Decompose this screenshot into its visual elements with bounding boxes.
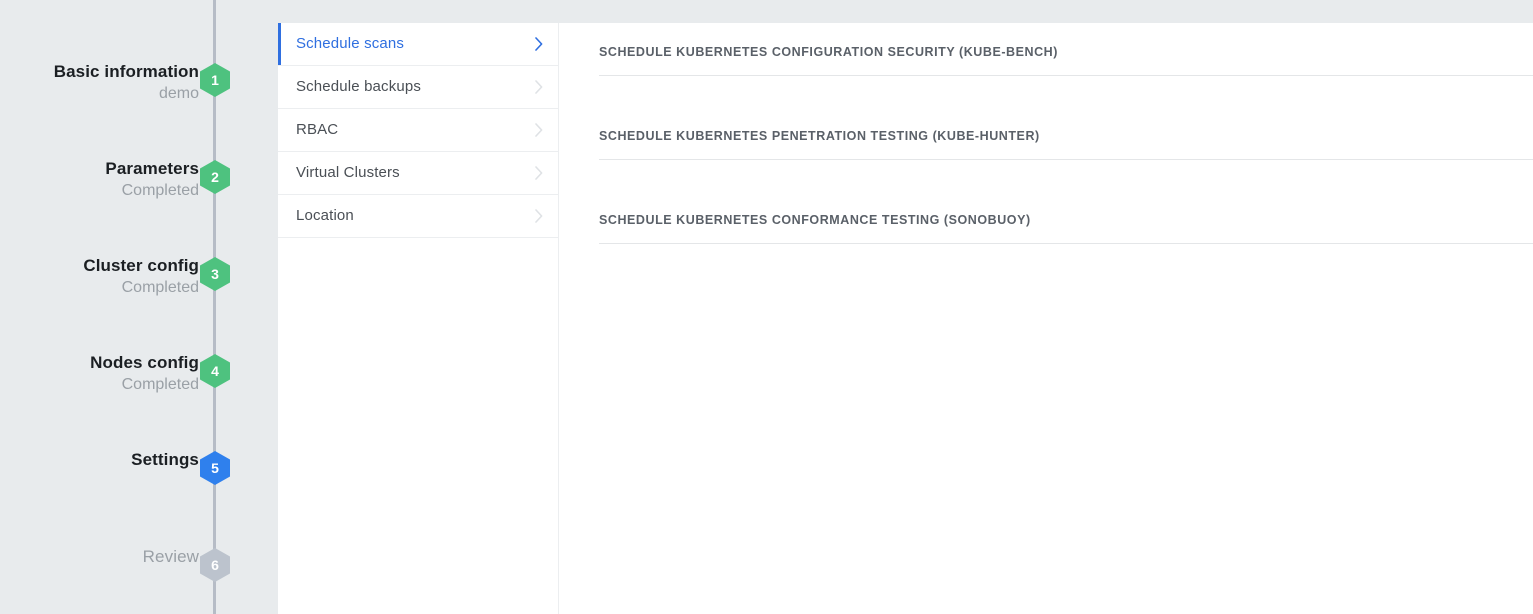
stepper-hexagon-badge[interactable]: 3 [200, 257, 230, 291]
nav-item-label: Schedule backups [296, 78, 421, 95]
nav-item-label: RBAC [296, 121, 339, 138]
stepper-step-1[interactable]: Basic information demo 1 [0, 61, 278, 109]
stepper-hexagon-badge[interactable]: 6 [200, 548, 230, 582]
settings-section: SCHEDULE KUBERNETES CONFORMANCE TESTING … [559, 191, 1533, 275]
section-body [599, 76, 1533, 107]
chevron-right-icon [535, 209, 543, 223]
settings-content-panel: SCHEDULE KUBERNETES CONFIGURATION SECURI… [559, 23, 1533, 614]
settings-section: SCHEDULE KUBERNETES PENETRATION TESTING … [559, 107, 1533, 191]
nav-item-location[interactable]: Location [278, 195, 558, 238]
nav-item-label: Virtual Clusters [296, 164, 400, 181]
nav-item-schedule-backups[interactable]: Schedule backups [278, 66, 558, 109]
stepper-step-labels: Parameters Completed [19, 158, 199, 202]
stepper-hexagon-badge[interactable]: 1 [200, 63, 230, 97]
stepper-step-title: Basic information [53, 62, 199, 81]
stepper-step-subtitle: Completed [121, 182, 199, 199]
stepper-step-labels: Settings [19, 449, 199, 471]
nav-item-label: Schedule scans [296, 35, 405, 52]
stepper-step-title: Cluster config [83, 256, 199, 275]
stepper-step-subtitle: Completed [121, 279, 199, 296]
section-header: SCHEDULE KUBERNETES CONFORMANCE TESTING … [599, 213, 1031, 227]
wizard-stepper: Basic information demo 1 Parameters Complete… [0, 0, 278, 614]
stepper-hexagon-badge[interactable]: 4 [200, 354, 230, 388]
chevron-right-icon [535, 80, 543, 94]
section-header: SCHEDULE KUBERNETES PENETRATION TESTING … [599, 129, 1040, 143]
stepper-step-5[interactable]: Settings 5 [0, 449, 278, 497]
stepper-step-title: Settings [131, 450, 199, 469]
chevron-right-icon [535, 37, 543, 51]
stepper-step-labels: Cluster config Completed [19, 255, 199, 299]
page-background-band [278, 0, 1533, 23]
nav-item-schedule-scans[interactable]: Schedule scans [278, 23, 558, 66]
stepper-step-title: Nodes config [90, 353, 199, 372]
stepper-step-title: Review [142, 547, 199, 566]
settings-nav-panel: Schedule scans Schedule backups RBAC Virtua… [278, 23, 558, 614]
stepper-hexagon-badge[interactable]: 2 [200, 160, 230, 194]
stepper-step-labels: Basic information demo [19, 61, 199, 105]
nav-item-rbac[interactable]: RBAC [278, 109, 558, 152]
nav-item-label: Location [296, 207, 354, 224]
settings-section: SCHEDULE KUBERNETES CONFIGURATION SECURI… [559, 23, 1533, 107]
nav-item-virtual-clusters[interactable]: Virtual Clusters [278, 152, 558, 195]
section-header: SCHEDULE KUBERNETES CONFIGURATION SECURI… [599, 45, 1058, 59]
stepper-step-labels: Nodes config Completed [19, 352, 199, 396]
stepper-step-labels: Review [19, 546, 199, 568]
stepper-step-subtitle: Completed [121, 376, 199, 393]
stepper-hexagon-badge[interactable]: 5 [200, 451, 230, 485]
stepper-step-title: Parameters [105, 159, 199, 178]
stepper-step-2[interactable]: Parameters Completed 2 [0, 158, 278, 206]
stepper-step-subtitle: demo [158, 85, 199, 102]
stepper-step-4[interactable]: Nodes config Completed 4 [0, 352, 278, 400]
chevron-right-icon [535, 123, 543, 137]
cluster-wizard-settings-page: Basic information demo 1 Parameters Complete… [0, 0, 1533, 614]
section-body [599, 160, 1533, 191]
section-body [599, 244, 1533, 275]
stepper-step-3[interactable]: Cluster config Completed 3 [0, 255, 278, 303]
stepper-step-6[interactable]: Review 6 [0, 546, 278, 594]
chevron-right-icon [535, 166, 543, 180]
